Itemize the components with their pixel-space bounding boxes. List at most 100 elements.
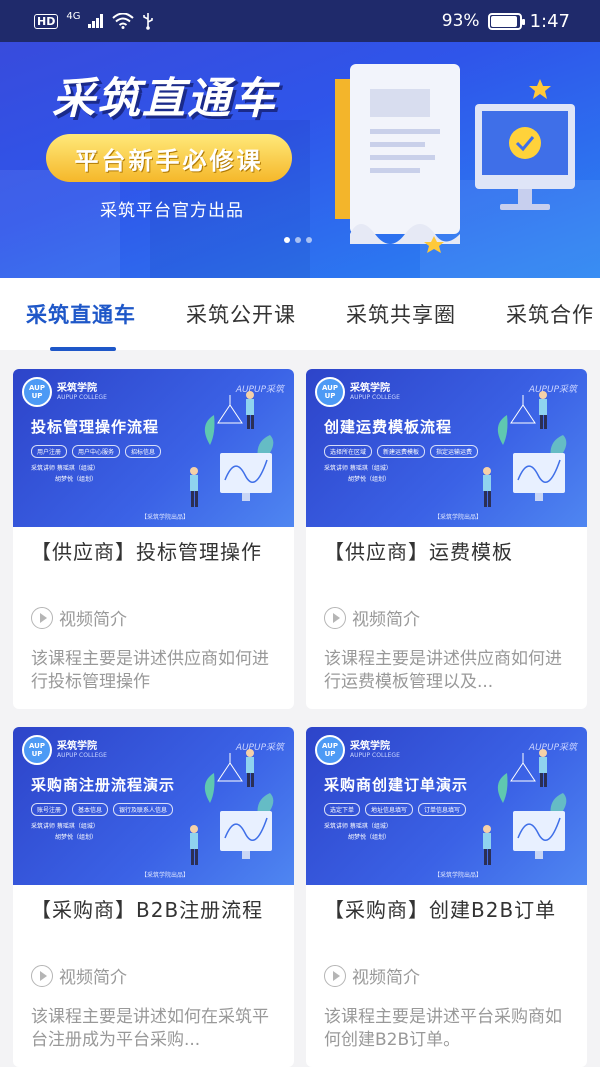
thumb-title: 投标管理操作流程 bbox=[31, 418, 160, 436]
thumb-title: 创建运费模板流程 bbox=[324, 418, 453, 436]
video-intro-text: 视频简介 bbox=[352, 610, 420, 630]
banner-illustration-icon bbox=[335, 64, 575, 253]
course-description: 该课程主要是讲述如何在采筑平台注册成为平台采购... bbox=[31, 1007, 269, 1050]
course-grid: AUP UP 采筑学院 AUPUP COLLEGE AUPUP采筑 投标管理操作… bbox=[13, 369, 587, 1067]
thumb-tag: 基本信息 bbox=[72, 803, 109, 816]
clock: 1:47 bbox=[529, 10, 570, 32]
video-intro-text: 视频简介 bbox=[352, 968, 420, 988]
lecture-scene-icon bbox=[190, 749, 274, 865]
thumb-tag: 订单信息填写 bbox=[418, 803, 467, 816]
thumb-logo-text: 采筑学院 bbox=[350, 383, 390, 394]
aupup-logo-icon: AUP UP bbox=[22, 377, 52, 407]
thumb-tag: 银行及联系人信息 bbox=[113, 803, 174, 816]
thumb-logo-en: AUPUP COLLEGE bbox=[57, 394, 107, 401]
thumb-tags: 账号注册 基本信息 银行及联系人信息 bbox=[31, 803, 174, 816]
aupup-logo-icon: AUP UP bbox=[315, 735, 345, 765]
course-title[interactable]: 【供应商】运费模板 bbox=[324, 539, 571, 566]
hd-indicator: HD bbox=[34, 13, 59, 29]
network-type: 4G bbox=[66, 10, 81, 22]
battery-fill bbox=[490, 15, 517, 27]
signal-icon bbox=[88, 14, 104, 28]
thumb-lecturer: 采筑讲师 蔡瑶琪（组城） 胡梦悦（组划） bbox=[31, 463, 99, 485]
video-intro-text: 视频简介 bbox=[59, 610, 127, 630]
course-title[interactable]: 【采购商】创建B2B订单 bbox=[324, 897, 571, 924]
battery-icon bbox=[487, 12, 525, 30]
course-title[interactable]: 【采购商】B2B注册流程 bbox=[31, 897, 278, 924]
course-thumbnail[interactable]: AUP UP 采筑学院 AUPUP COLLEGE AUPUP采筑 采购商创建订… bbox=[306, 727, 587, 885]
banner-pager-dot[interactable] bbox=[284, 237, 290, 243]
wifi-icon bbox=[112, 13, 135, 29]
thumb-lecturer-line: 采筑讲师 蔡瑶琪（组城） bbox=[324, 823, 392, 830]
thumb-tag: 选定下单 bbox=[324, 803, 361, 816]
thumb-tag: 选择所在区域 bbox=[324, 445, 373, 458]
play-circle-icon bbox=[324, 606, 346, 629]
thumb-tag: 新建运费模板 bbox=[377, 445, 426, 458]
banner-pager-dot[interactable] bbox=[306, 237, 312, 243]
course-description: 该课程主要是讲述供应商如何进行投标管理操作 bbox=[31, 649, 269, 692]
thumb-logo-text: 采筑学院 bbox=[350, 741, 390, 752]
course-description: 该课程主要是讲述平台采购商如何创建B2B订单。 bbox=[324, 1007, 562, 1050]
video-intro-label: 视频简介 bbox=[31, 963, 127, 988]
play-circle-icon bbox=[31, 606, 53, 629]
status-bar: HD 4G 93% 1:47 bbox=[0, 0, 600, 42]
banner-title: 采筑直通车 bbox=[52, 74, 277, 124]
thumb-lecturer-line: 采筑讲师 蔡瑶琪（组城） bbox=[324, 465, 392, 472]
course-title[interactable]: 【供应商】投标管理操作 bbox=[31, 539, 278, 566]
thumb-logo-en: AUPUP COLLEGE bbox=[350, 394, 400, 401]
thumb-lecturer-line: 采筑讲师 蔡瑶琪（组城） bbox=[31, 465, 99, 472]
aupup-logo-icon: AUP UP bbox=[315, 377, 345, 407]
course-thumbnail[interactable]: AUP UP 采筑学院 AUPUP COLLEGE AUPUP采筑 创建运费模板… bbox=[306, 369, 587, 527]
thumb-lecturer-line: 胡梦悦（组划） bbox=[55, 834, 98, 841]
thumb-lecturer: 采筑讲师 蔡瑶琪（组城） 胡梦悦（组划） bbox=[31, 821, 99, 843]
thumb-tag: 地址信息填写 bbox=[365, 803, 414, 816]
aupup-logo-icon: AUP UP bbox=[22, 735, 52, 765]
thumb-tags: 用户注册 用户中心服务 招标信息 bbox=[31, 445, 162, 458]
lecture-scene-icon bbox=[483, 749, 567, 865]
category-tabs[interactable]: 采筑直通车 采筑公开课 采筑共享圈 采筑合作 bbox=[0, 278, 600, 350]
banner-caption: 采筑平台官方出品 bbox=[100, 201, 244, 221]
video-intro-label: 视频简介 bbox=[324, 605, 420, 630]
thumb-tag: 用户中心服务 bbox=[72, 445, 121, 458]
banner-pager-dot[interactable] bbox=[295, 237, 301, 243]
course-thumbnail[interactable]: AUP UP 采筑学院 AUPUP COLLEGE AUPUP采筑 采购商注册流… bbox=[13, 727, 294, 885]
tab-zhitongche[interactable]: 采筑直通车 bbox=[26, 299, 136, 329]
thumb-tag: 账号注册 bbox=[31, 803, 68, 816]
thumb-lecturer-line: 胡梦悦（组划） bbox=[348, 476, 391, 483]
course-card[interactable]: AUP UP 采筑学院 AUPUP COLLEGE AUPUP采筑 采购商注册流… bbox=[13, 727, 294, 1067]
tab-gongkaike[interactable]: 采筑公开课 bbox=[186, 299, 296, 329]
course-description: 该课程主要是讲述供应商如何进行运费模板管理以及... bbox=[324, 649, 562, 692]
course-card[interactable]: AUP UP 采筑学院 AUPUP COLLEGE AUPUP采筑 投标管理操作… bbox=[13, 369, 294, 709]
tab-active-indicator bbox=[50, 347, 116, 351]
battery-percent: 93% bbox=[441, 11, 480, 31]
tab-hezuo[interactable]: 采筑合作 bbox=[506, 299, 594, 329]
video-intro-label: 视频简介 bbox=[31, 605, 127, 630]
thumb-title: 采购商注册流程演示 bbox=[31, 776, 176, 794]
thumb-tag: 招标信息 bbox=[125, 445, 162, 458]
thumb-lecturer-line: 胡梦悦（组划） bbox=[55, 476, 98, 483]
banner-pager[interactable] bbox=[284, 237, 312, 243]
usb-icon bbox=[143, 13, 154, 30]
play-circle-icon bbox=[324, 964, 346, 987]
thumb-tag: 用户注册 bbox=[31, 445, 68, 458]
video-intro-label: 视频简介 bbox=[324, 963, 420, 988]
thumb-lecturer-line: 胡梦悦（组划） bbox=[348, 834, 391, 841]
thumb-lecturer: 采筑讲师 蔡瑶琪（组城） 胡梦悦（组划） bbox=[324, 821, 392, 843]
banner-subtitle: 平台新手必修课 bbox=[74, 146, 264, 175]
thumb-tags: 选择所在区域 新建运费模板 指定运输运费 bbox=[324, 445, 479, 458]
video-intro-text: 视频简介 bbox=[59, 968, 127, 988]
thumb-title: 采购商创建订单演示 bbox=[324, 776, 469, 794]
thumb-tags: 选定下单 地址信息填写 订单信息填写 bbox=[324, 803, 467, 816]
thumb-logo-en: AUPUP COLLEGE bbox=[350, 752, 400, 759]
lecture-scene-icon bbox=[190, 391, 274, 507]
thumb-logo-en: AUPUP COLLEGE bbox=[57, 752, 107, 759]
thumb-logo-text: 采筑学院 bbox=[57, 383, 97, 394]
course-card[interactable]: AUP UP 采筑学院 AUPUP COLLEGE AUPUP采筑 采购商创建订… bbox=[306, 727, 587, 1067]
thumb-lecturer-line: 采筑讲师 蔡瑶琪（组城） bbox=[31, 823, 99, 830]
thumb-logo-text: 采筑学院 bbox=[57, 741, 97, 752]
course-thumbnail[interactable]: AUP UP 采筑学院 AUPUP COLLEGE AUPUP采筑 投标管理操作… bbox=[13, 369, 294, 527]
banner-subtitle-pill: 平台新手必修课 bbox=[46, 134, 292, 182]
thumb-lecturer: 采筑讲师 蔡瑶琪（组城） 胡梦悦（组划） bbox=[324, 463, 392, 485]
course-card[interactable]: AUP UP 采筑学院 AUPUP COLLEGE AUPUP采筑 创建运费模板… bbox=[306, 369, 587, 709]
tab-gongxiangquan[interactable]: 采筑共享圈 bbox=[346, 299, 456, 329]
lecture-scene-icon bbox=[483, 391, 567, 507]
